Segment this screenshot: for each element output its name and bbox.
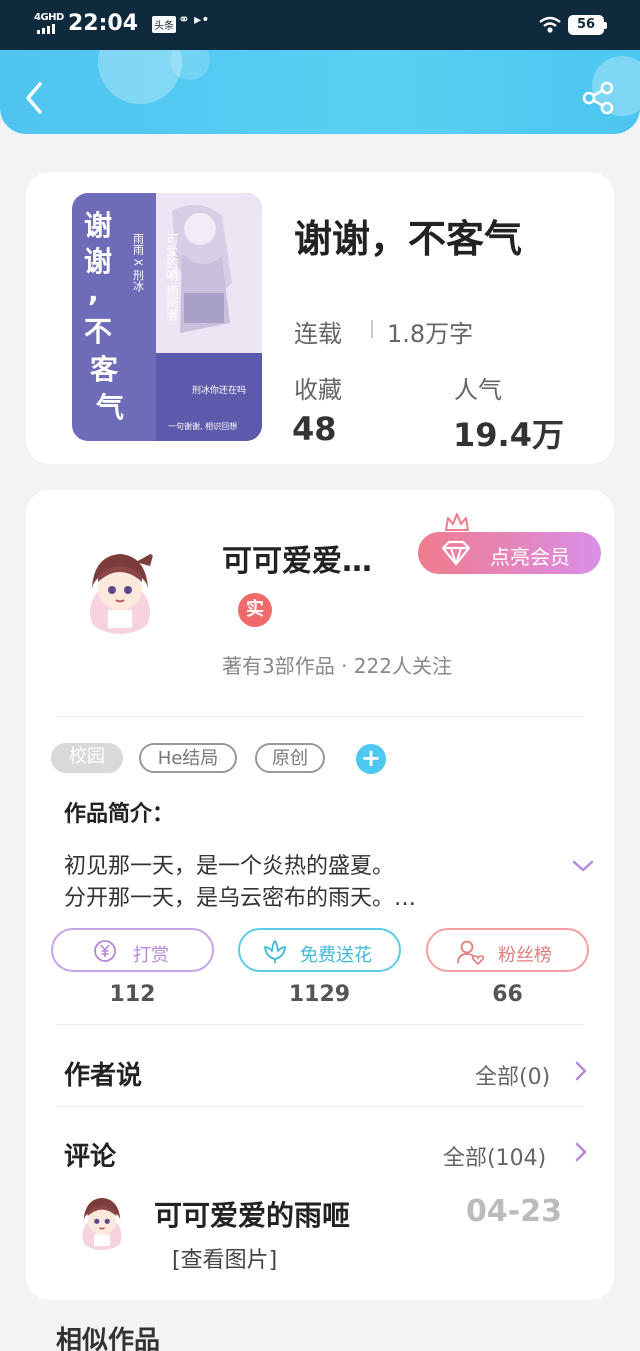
popularity-label: 人气: [454, 376, 502, 404]
comment-text[interactable]: [查看图片]: [172, 1242, 277, 1274]
divider: [56, 1106, 584, 1107]
book-cover[interactable]: 谢 谢 , 不 客 气 雨雨 X 刑冰 可爱的哨 雨雨著 刑冰你还在吗 一句谢谢…: [72, 193, 262, 441]
cover-char: 谢: [84, 209, 112, 242]
network-type: 4GHD: [34, 12, 64, 23]
similar-works-title: 相似作品: [56, 1326, 161, 1351]
cover-char: 气: [95, 391, 124, 424]
send-flower-label: 免费送花: [300, 945, 372, 966]
signal-icon: [37, 24, 61, 34]
vip-button-label: 点亮会员: [490, 545, 570, 569]
avatar-image: [72, 1190, 132, 1250]
fan-ranking-label: 粉丝榜: [498, 945, 552, 966]
cover-char: ,: [88, 275, 99, 308]
diamond-icon: [441, 540, 471, 566]
share-icon[interactable]: [580, 80, 616, 116]
verified-badge: 实: [238, 593, 272, 627]
favorites-count: 48: [292, 410, 337, 448]
battery-icon: 56: [568, 15, 607, 35]
cover-char: 不: [84, 315, 112, 348]
intro-line: 分开那一天，是乌云密布的雨天。…: [64, 886, 417, 911]
commenter-avatar[interactable]: [72, 1190, 132, 1250]
add-tag-button[interactable]: +: [356, 744, 386, 774]
book-info-card: 谢 谢 , 不 客 气 雨雨 X 刑冰 可爱的哨 雨雨著 刑冰你还在吗 一句谢谢…: [26, 172, 614, 464]
cover-char: 客: [90, 353, 119, 386]
divider: [56, 1024, 584, 1025]
comments-title: 评论: [64, 1142, 117, 1172]
book-cover-art: 谢 谢 , 不 客 气 雨雨 X 刑冰 可爱的哨 雨雨著 刑冰你还在吗 一句谢谢…: [72, 193, 262, 441]
intro-label: 作品简介：: [64, 802, 175, 827]
reward-label: 打赏: [133, 945, 169, 966]
comments-all-link[interactable]: 全部(104): [443, 1140, 546, 1172]
fan-user-icon: [457, 940, 485, 965]
vip-membership-button[interactable]: 点亮会员: [418, 532, 601, 574]
yuan-coin-icon: [94, 940, 116, 962]
wifi-icon: [539, 16, 561, 33]
author-detail-card: 可可爱爱… 点亮会员 实 著有3部作品 · 222人关注 校园 He结局 原创 …: [26, 490, 614, 1300]
chevron-right-icon[interactable]: [574, 1141, 588, 1163]
reward-button[interactable]: 打赏: [51, 928, 214, 972]
flower-icon: [264, 940, 286, 963]
divider: [371, 320, 373, 338]
avatar-image: [74, 542, 166, 634]
back-icon[interactable]: [18, 78, 50, 118]
crown-icon: [445, 513, 469, 531]
chevron-right-icon[interactable]: [574, 1060, 588, 1082]
intro-line: 初见那一天，是一个炎热的盛夏。: [64, 854, 395, 879]
favorites-label: 收藏: [294, 376, 342, 404]
cover-author-text: 雨雨 X 刑冰: [132, 233, 145, 292]
commenter-name[interactable]: 可可爱爱的雨咂: [154, 1194, 350, 1234]
popularity-count: 19.4万: [453, 416, 564, 454]
author-name[interactable]: 可可爱爱…: [222, 536, 372, 580]
divider: [56, 716, 584, 717]
cover-footer: 一句谢谢, 相识回想: [168, 421, 237, 431]
send-flower-button[interactable]: 免费送花: [238, 928, 401, 972]
author-stats: 著有3部作品 · 222人关注: [222, 654, 452, 678]
cover-tagline: 刑冰你还在吗: [192, 384, 246, 396]
cover-char: 谢: [84, 245, 112, 278]
author-says-all-link[interactable]: 全部(0): [475, 1059, 550, 1091]
status-bar: 4GHD 22:04 头条 ⚭ ▸• 56: [0, 0, 640, 50]
serial-status: 连载: [294, 320, 342, 348]
expand-chevron-icon[interactable]: [571, 858, 595, 874]
word-count: 1.8万字: [387, 320, 474, 348]
comment-date: 04-23: [466, 1194, 562, 1229]
flower-count: 1129: [288, 982, 351, 1007]
reward-count: 112: [109, 982, 156, 1007]
tag-campus[interactable]: 校园: [51, 743, 123, 773]
tag-he-ending[interactable]: He结局: [139, 743, 237, 773]
fan-count: 66: [492, 982, 523, 1007]
cover-side-text: 可爱的哨 雨雨著: [165, 233, 179, 321]
clock: 22:04: [68, 11, 139, 36]
fan-ranking-button[interactable]: 粉丝榜: [426, 928, 589, 972]
author-avatar[interactable]: [74, 542, 166, 634]
author-says-title: 作者说: [64, 1061, 143, 1091]
notification-icons: ⚭ ▸•: [178, 12, 210, 28]
tag-original[interactable]: 原创: [255, 743, 325, 773]
top-nav-bar: [0, 50, 640, 134]
book-title: 谢谢，不客气: [294, 217, 523, 261]
app-notification-badge: 头条: [152, 16, 176, 33]
